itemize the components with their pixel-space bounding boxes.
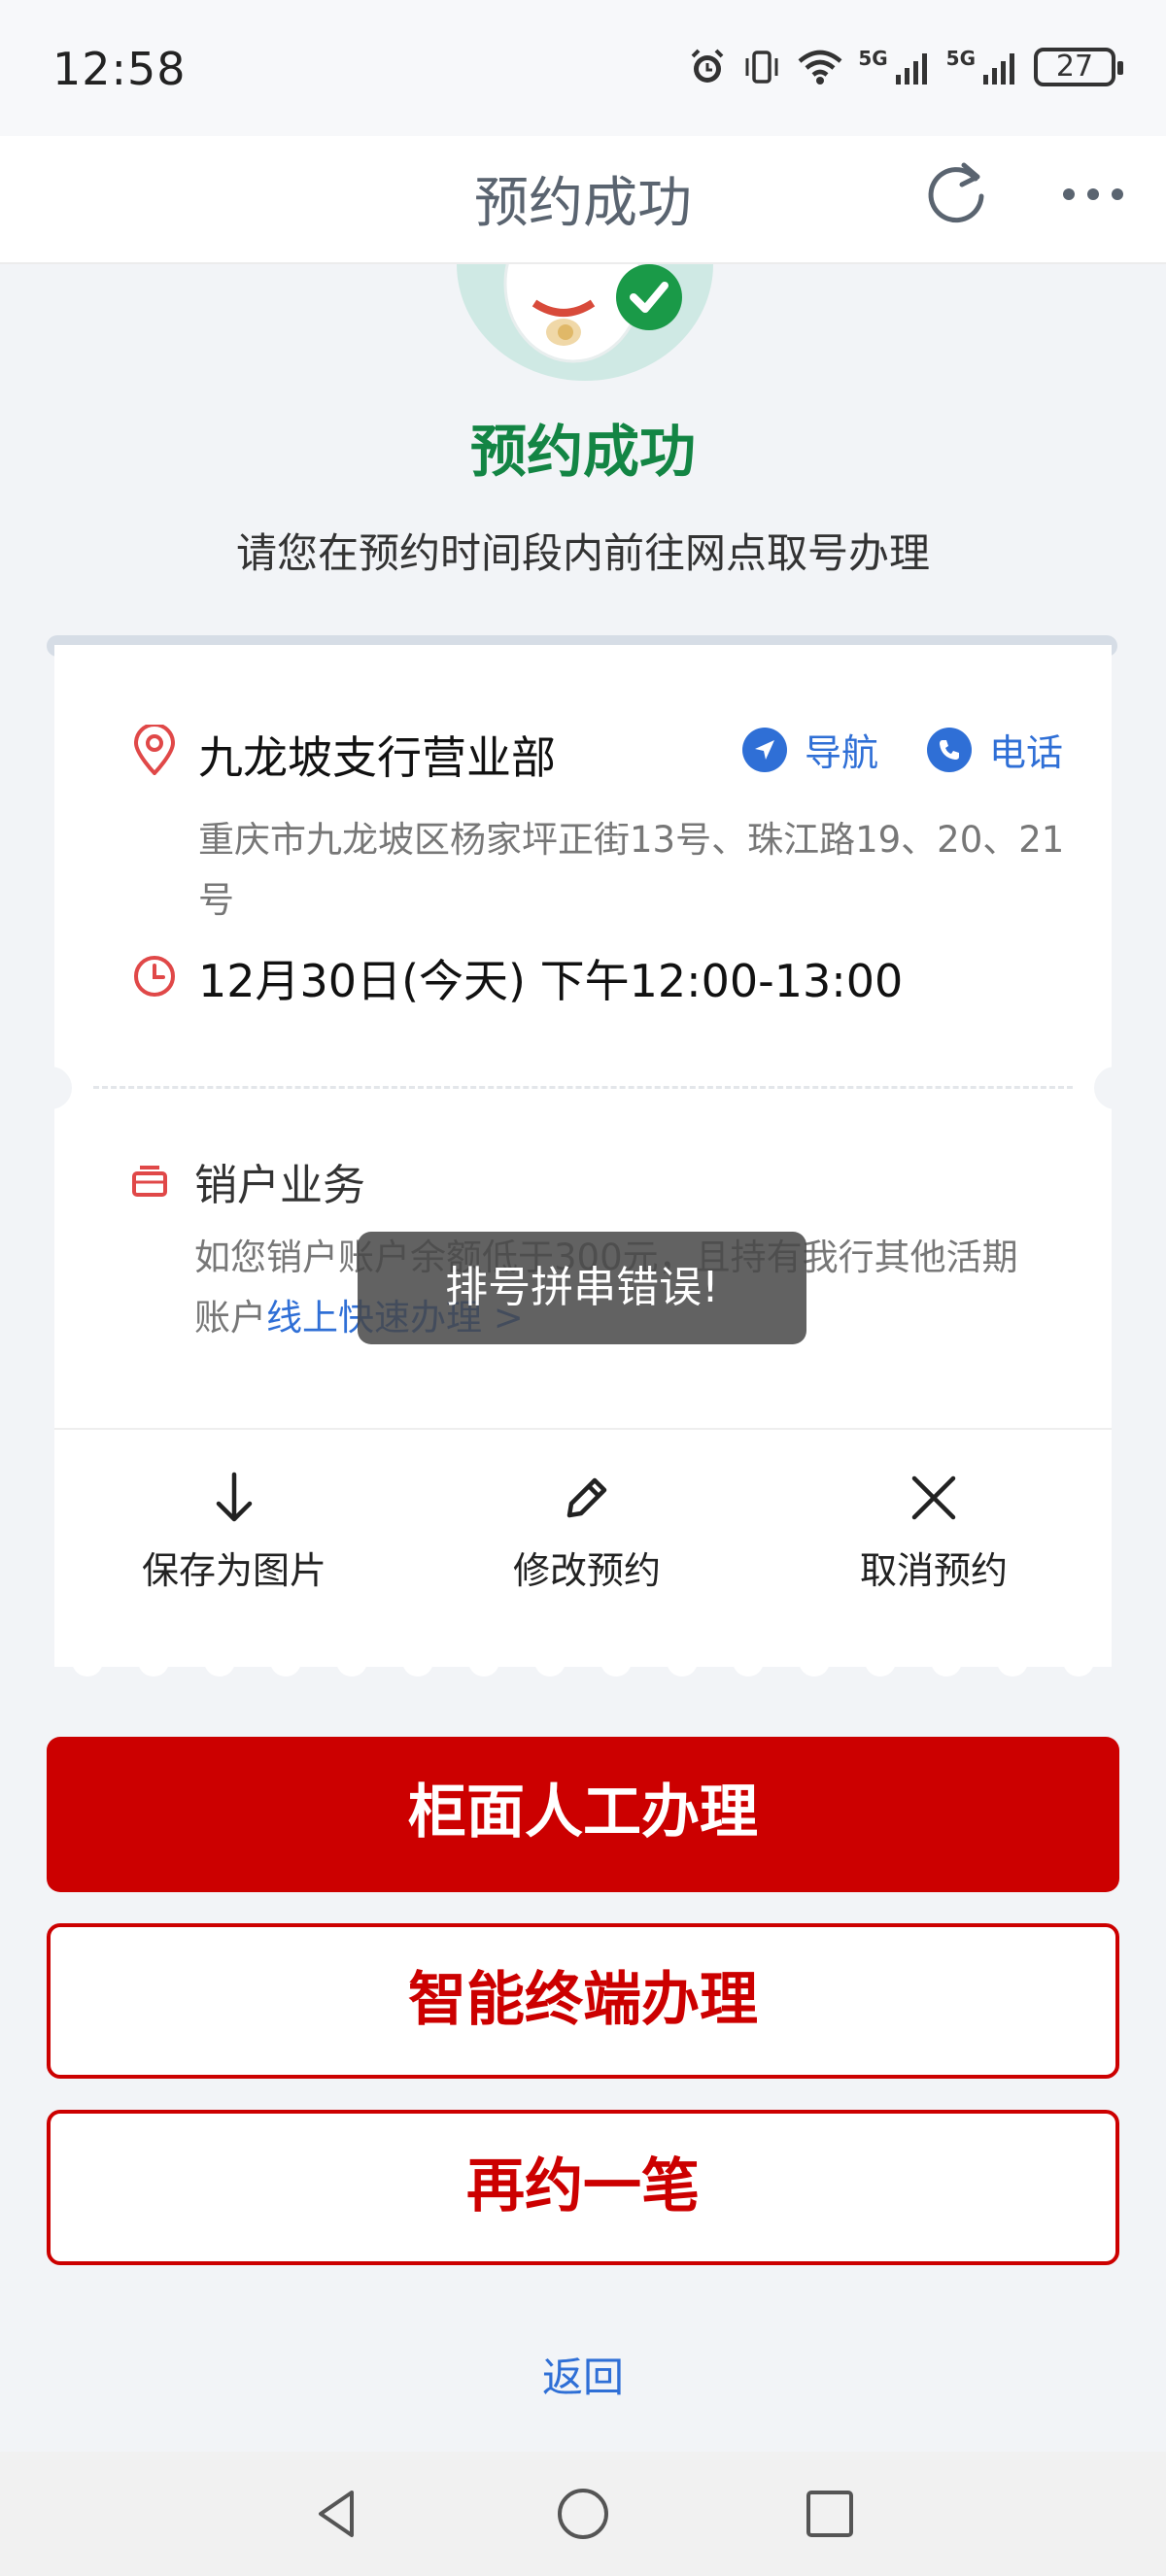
counter-service-button[interactable]: 柜面人工办理 xyxy=(47,1737,1119,1892)
home-circle-icon[interactable] xyxy=(554,2485,612,2543)
actions-divider xyxy=(54,1428,1112,1430)
success-subtitle: 请您在预约时间段内前往网点取号办理 xyxy=(235,529,930,577)
signal-1-label: 5G xyxy=(858,47,888,70)
refresh-icon[interactable] xyxy=(921,153,991,231)
phone-button[interactable]: 电话 xyxy=(927,723,1063,776)
ticket-notch-right xyxy=(1094,1067,1137,1109)
phone-icon xyxy=(927,727,972,772)
close-icon xyxy=(911,1475,956,1520)
business-icon xyxy=(132,1166,167,1197)
status-bar: 12:58 5G 5G 27 xyxy=(0,0,1166,136)
navigate-label: 导航 xyxy=(805,731,879,774)
back-triangle-icon[interactable] xyxy=(307,2485,365,2543)
branch-name: 九龙坡支行营业部 xyxy=(198,731,556,784)
clock-icon xyxy=(134,956,175,997)
back-link[interactable]: 返回 xyxy=(0,2345,1166,2404)
book-again-button[interactable]: 再约一笔 xyxy=(47,2110,1119,2265)
success-title: 预约成功 xyxy=(469,419,696,485)
recents-square-icon[interactable] xyxy=(801,2485,859,2543)
signal-2-icon xyxy=(983,53,1014,85)
cancel-appointment-button[interactable]: 取消预约 xyxy=(812,1469,1055,1594)
download-icon xyxy=(216,1472,253,1522)
pencil-icon xyxy=(566,1477,607,1518)
phone-label: 电话 xyxy=(989,731,1064,774)
location-icon xyxy=(133,725,176,775)
cancel-appointment-label: 取消预约 xyxy=(859,1549,1008,1592)
ticket-notch-left xyxy=(29,1067,72,1109)
modify-appointment-label: 修改预约 xyxy=(512,1549,661,1592)
navigate-icon xyxy=(742,727,787,772)
battery-icon: 27 xyxy=(1034,48,1123,86)
vibrate-icon xyxy=(745,51,778,84)
status-time: 12:58 xyxy=(52,43,187,95)
page-title: 预约成功 xyxy=(474,172,692,235)
system-nav-bar xyxy=(0,2452,1166,2576)
signal-2-label: 5G xyxy=(945,47,976,70)
alarm-icon xyxy=(691,49,724,83)
header-bar: 预约成功 xyxy=(0,136,1166,264)
business-title: 销户业务 xyxy=(194,1161,365,1210)
navigate-button[interactable]: 导航 xyxy=(742,723,878,776)
error-toast: 排号拼串错误! xyxy=(358,1232,806,1344)
smart-terminal-button[interactable]: 智能终端办理 xyxy=(47,1923,1119,2079)
save-as-image-button[interactable]: 保存为图片 xyxy=(113,1469,356,1594)
status-icons: 5G 5G 27 xyxy=(687,47,1123,87)
appointment-ticket: 九龙坡支行营业部 导航 电话 重庆市九龙坡区杨家坪正街13号、珠江路19、20、… xyxy=(29,645,1137,1667)
appointment-time: 12月30日(今天) 下午12:00-13:00 xyxy=(198,955,904,1007)
signal-1-icon xyxy=(895,53,927,85)
ticket-scalloped-edge xyxy=(54,1655,1112,1677)
modify-appointment-button[interactable]: 修改预约 xyxy=(465,1469,708,1594)
branch-address: 重庆市九龙坡区杨家坪正街13号、珠江路19、20、21号 xyxy=(198,819,1065,921)
wifi-icon xyxy=(798,50,842,85)
ticket-dashed-divider xyxy=(93,1086,1073,1089)
more-icon[interactable] xyxy=(1059,175,1127,214)
mascot-illustration xyxy=(457,264,713,381)
save-as-image-label: 保存为图片 xyxy=(141,1549,326,1592)
